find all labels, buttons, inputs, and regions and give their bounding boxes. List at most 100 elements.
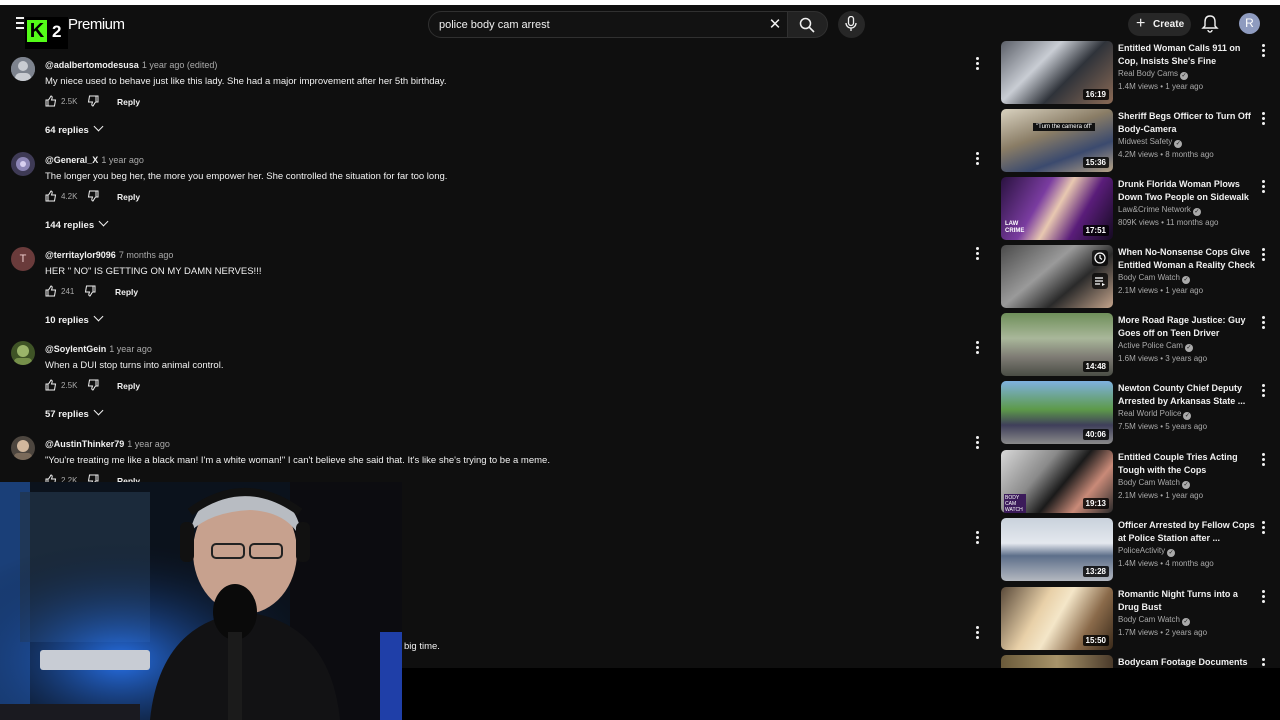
comment-time: 1 year ago bbox=[101, 155, 144, 165]
channel-name[interactable]: Active Police Cam ✓ bbox=[1118, 341, 1193, 352]
video-title[interactable]: Romantic Night Turns into a Drug Bust bbox=[1118, 588, 1258, 614]
recommended-video[interactable]: 40:06 Newton County Chief Deputy Arreste… bbox=[1001, 381, 1280, 445]
more-vert-icon[interactable] bbox=[1259, 44, 1267, 58]
chevron-down-icon bbox=[93, 311, 104, 322]
recommended-video[interactable]: BODY CAM WATCH 19:13 Entitled Couple Tri… bbox=[1001, 450, 1280, 514]
channel-name[interactable]: Real Body Cams ✓ bbox=[1118, 69, 1189, 80]
more-vert-icon[interactable] bbox=[973, 152, 981, 166]
youtube-premium-logo[interactable]: Premium bbox=[68, 16, 125, 33]
more-vert-icon[interactable] bbox=[973, 57, 981, 71]
video-thumbnail[interactable] bbox=[1001, 245, 1113, 308]
view-replies-button[interactable]: 57 replies bbox=[45, 405, 104, 420]
channel-name[interactable]: Body Cam Watch ✓ bbox=[1118, 478, 1190, 489]
video-title[interactable]: Bodycam Footage Documents bbox=[1118, 656, 1258, 668]
overlay-badge-number: 2 bbox=[52, 22, 62, 41]
recommended-video[interactable]: 13:28 Officer Arrested by Fellow Cops at… bbox=[1001, 518, 1280, 582]
channel-name[interactable]: Law&Crime Network ✓ bbox=[1118, 205, 1201, 216]
reply-button[interactable]: Reply bbox=[117, 192, 140, 202]
comment-author[interactable]: @SoylentGein 1 year ago bbox=[45, 344, 152, 354]
video-thumbnail[interactable]: 16:19 bbox=[1001, 41, 1113, 104]
recommended-video[interactable]: 15:50 Romantic Night Turns into a Drug B… bbox=[1001, 587, 1280, 651]
recommended-video[interactable]: 14:48 More Road Rage Justice: Guy Goes o… bbox=[1001, 313, 1280, 377]
thumbs-up-icon[interactable] bbox=[45, 190, 57, 202]
channel-name[interactable]: PoliceActivity ✓ bbox=[1118, 546, 1176, 557]
voice-search-button[interactable] bbox=[838, 11, 865, 38]
create-button[interactable]: + Create bbox=[1128, 13, 1191, 36]
avatar[interactable] bbox=[11, 341, 35, 365]
clock-icon[interactable] bbox=[1092, 250, 1108, 266]
recommended-video[interactable]: 16:19 Entitled Woman Calls 911 on Cop, I… bbox=[1001, 41, 1280, 105]
more-vert-icon[interactable] bbox=[1259, 248, 1267, 262]
more-vert-icon[interactable] bbox=[1259, 180, 1267, 194]
video-title[interactable]: Entitled Couple Tries Acting Tough with … bbox=[1118, 451, 1258, 477]
close-icon[interactable]: ✕ bbox=[766, 16, 784, 34]
channel-name[interactable]: Real World Police ✓ bbox=[1118, 409, 1192, 420]
more-vert-icon[interactable] bbox=[1259, 590, 1267, 604]
search-input[interactable] bbox=[439, 16, 759, 34]
recommended-video[interactable]: "Turn the camera off" 15:36 Sheriff Begs… bbox=[1001, 109, 1280, 173]
avatar-image bbox=[11, 341, 35, 365]
more-vert-icon[interactable] bbox=[1259, 316, 1267, 330]
more-vert-icon[interactable] bbox=[973, 247, 981, 261]
video-title[interactable]: Drunk Florida Woman Plows Down Two Peopl… bbox=[1118, 178, 1258, 204]
thumbs-up-icon[interactable] bbox=[45, 95, 57, 107]
video-meta: 1.7M views • 2 years ago bbox=[1118, 628, 1208, 637]
bell-icon[interactable] bbox=[1201, 14, 1219, 34]
reply-button[interactable]: Reply bbox=[117, 97, 140, 107]
channel-name[interactable]: Body Cam Watch ✓ bbox=[1118, 615, 1190, 626]
video-thumbnail[interactable]: 14:48 bbox=[1001, 313, 1113, 376]
thumbs-down-icon[interactable] bbox=[84, 285, 96, 297]
video-title[interactable]: Sheriff Begs Officer to Turn Off Body-Ca… bbox=[1118, 110, 1258, 136]
video-thumbnail[interactable]: 13:28 bbox=[1001, 518, 1113, 581]
video-title[interactable]: Officer Arrested by Fellow Cops at Polic… bbox=[1118, 519, 1258, 545]
more-vert-icon[interactable] bbox=[1259, 453, 1267, 467]
avatar[interactable] bbox=[11, 57, 35, 81]
recommended-video[interactable]: LAW CRIME 17:51 Drunk Florida Woman Plow… bbox=[1001, 177, 1280, 241]
more-vert-icon[interactable] bbox=[1259, 112, 1267, 126]
account-avatar[interactable]: R bbox=[1239, 13, 1260, 34]
video-thumbnail[interactable]: LAW CRIME 17:51 bbox=[1001, 177, 1113, 240]
comment-author[interactable]: @General_X 1 year ago bbox=[45, 155, 144, 165]
more-vert-icon[interactable] bbox=[973, 341, 981, 355]
comment-author[interactable]: @adalbertomodesusa 1 year ago (edited) bbox=[45, 60, 217, 70]
video-thumbnail[interactable]: "Turn the camera off" 15:36 bbox=[1001, 109, 1113, 172]
recommended-video[interactable]: When No-Nonsense Cops Give Entitled Woma… bbox=[1001, 245, 1280, 309]
video-title[interactable]: Newton County Chief Deputy Arrested by A… bbox=[1118, 382, 1258, 408]
thumbs-up-icon[interactable] bbox=[45, 379, 57, 391]
view-replies-button[interactable]: 64 replies bbox=[45, 121, 104, 136]
video-thumbnail[interactable] bbox=[1001, 655, 1113, 668]
reply-button[interactable]: Reply bbox=[115, 287, 138, 297]
kick-k-icon: K bbox=[27, 20, 47, 42]
more-vert-icon[interactable] bbox=[1259, 384, 1267, 398]
avatar[interactable] bbox=[11, 152, 35, 176]
verified-icon: ✓ bbox=[1181, 481, 1190, 489]
video-title[interactable]: More Road Rage Justice: Guy Goes off on … bbox=[1118, 314, 1258, 340]
more-vert-icon[interactable] bbox=[973, 626, 981, 640]
video-title[interactable]: Entitled Woman Calls 911 on Cop, Insists… bbox=[1118, 42, 1258, 68]
channel-name[interactable]: Body Cam Watch ✓ bbox=[1118, 273, 1190, 284]
more-vert-icon[interactable] bbox=[1259, 521, 1267, 535]
search-button[interactable] bbox=[788, 11, 828, 38]
comment-author[interactable]: @territaylor9096 7 months ago bbox=[45, 250, 173, 260]
more-vert-icon[interactable] bbox=[1259, 658, 1267, 668]
avatar[interactable]: T bbox=[11, 247, 35, 271]
reply-button[interactable]: Reply bbox=[117, 381, 140, 391]
video-thumbnail[interactable]: BODY CAM WATCH 19:13 bbox=[1001, 450, 1113, 513]
thumbs-down-icon[interactable] bbox=[87, 95, 99, 107]
comment-text: "You're treating me like a black man! I'… bbox=[45, 455, 550, 466]
view-replies-button[interactable]: 10 replies bbox=[45, 311, 104, 326]
more-vert-icon[interactable] bbox=[973, 436, 981, 450]
comment-author[interactable]: @AustinThinker79 1 year ago bbox=[45, 439, 170, 449]
channel-name[interactable]: Midwest Safety ✓ bbox=[1118, 137, 1183, 148]
thumbs-down-icon[interactable] bbox=[87, 379, 99, 391]
view-replies-button[interactable]: 144 replies bbox=[45, 216, 109, 231]
video-thumbnail[interactable]: 40:06 bbox=[1001, 381, 1113, 444]
more-vert-icon[interactable] bbox=[973, 531, 981, 545]
video-title[interactable]: When No-Nonsense Cops Give Entitled Woma… bbox=[1118, 246, 1258, 272]
queue-icon[interactable] bbox=[1092, 273, 1108, 289]
thumbs-down-icon[interactable] bbox=[87, 190, 99, 202]
recommended-video[interactable]: Bodycam Footage Documents bbox=[1001, 655, 1280, 668]
avatar[interactable] bbox=[11, 436, 35, 460]
video-thumbnail[interactable]: 15:50 bbox=[1001, 587, 1113, 650]
thumbs-up-icon[interactable] bbox=[45, 285, 57, 297]
